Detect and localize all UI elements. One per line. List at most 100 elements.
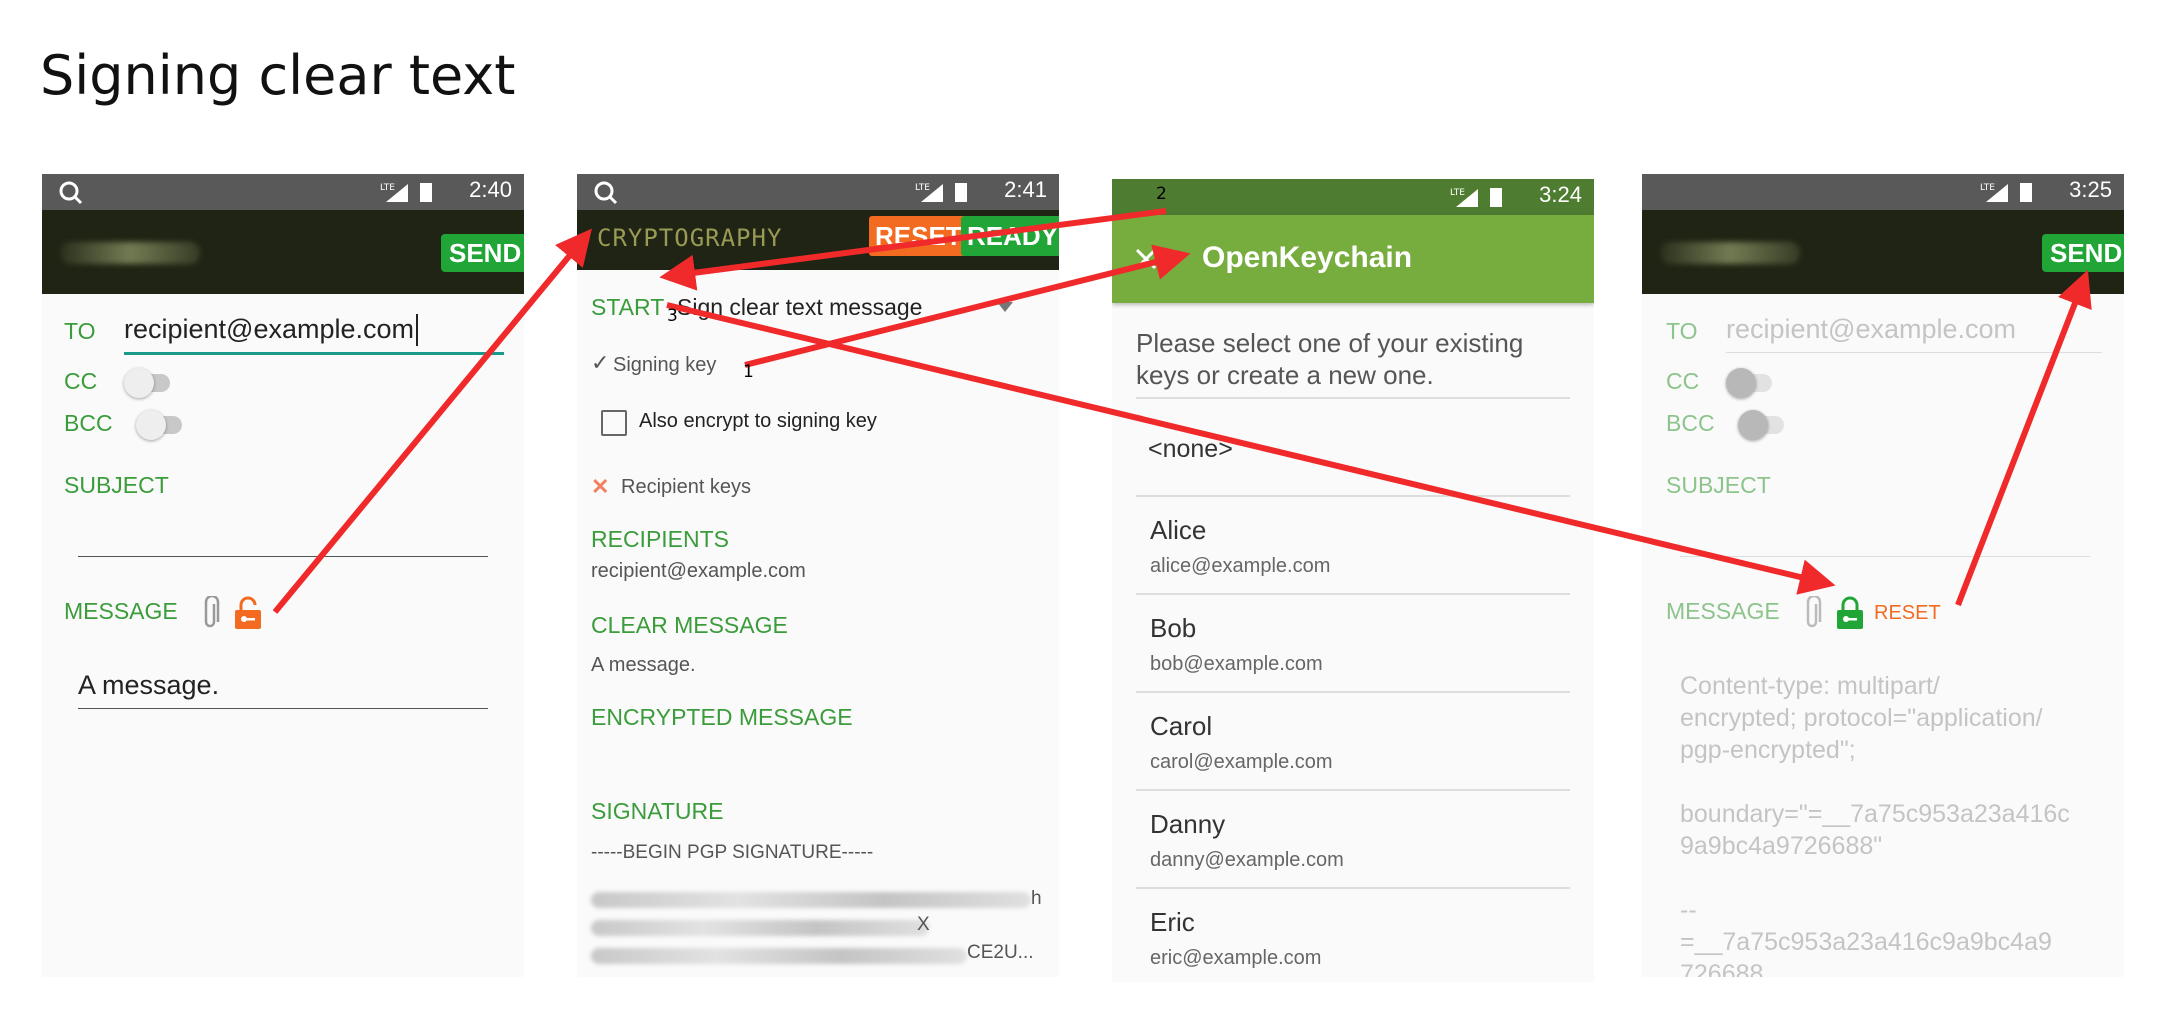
message-body-line: =__7a75c953a23a416c9a9bc4a9 bbox=[1680, 928, 2052, 956]
recipients-value: recipient@example.com bbox=[591, 560, 806, 582]
status-bar: LTE 2:41 bbox=[577, 174, 1059, 210]
signature-header: -----BEGIN PGP SIGNATURE----- bbox=[591, 842, 874, 863]
openkeychain-title: OpenKeychain bbox=[1202, 241, 1413, 274]
to-underline bbox=[124, 352, 504, 355]
key-email: bob@example.com bbox=[1150, 653, 1323, 675]
key-email: alice@example.com bbox=[1150, 555, 1331, 577]
recipients-label: RECIPIENTS bbox=[591, 526, 730, 552]
cc-label: CC bbox=[1666, 368, 1700, 394]
signal-battery-icon: LTE bbox=[915, 183, 967, 202]
svg-text:LTE: LTE bbox=[380, 183, 395, 193]
svg-text:LTE: LTE bbox=[1450, 188, 1465, 198]
message-body-line: 9a9bc4a9726688" bbox=[1680, 832, 1883, 860]
key-list-item[interactable]: Bob bob@example.com bbox=[1136, 593, 1570, 693]
attachment-icon[interactable] bbox=[200, 596, 220, 632]
search-app-icon bbox=[59, 181, 83, 205]
cc-label: CC bbox=[64, 368, 98, 394]
signal-battery-icon: LTE bbox=[1980, 183, 2032, 202]
encrypt-to-signing-key-label: Also encrypt to signing key bbox=[639, 410, 877, 432]
step-annotation: 3 bbox=[667, 306, 678, 326]
bcc-label: BCC bbox=[64, 410, 113, 436]
status-time: 3:25 bbox=[2069, 177, 2112, 202]
key-name: Bob bbox=[1150, 613, 1197, 643]
key-list-item[interactable]: Carol carol@example.com bbox=[1136, 691, 1570, 791]
openkeychain-titlebar: OpenKeychain bbox=[1112, 215, 1594, 303]
message-input[interactable]: A message. bbox=[78, 670, 219, 701]
signing-key-label[interactable]: Signing key bbox=[613, 354, 716, 377]
to-label: TO bbox=[1666, 318, 1698, 344]
reset-button[interactable]: RESET bbox=[869, 216, 968, 256]
step-annotation: 2 bbox=[1156, 184, 1167, 204]
svg-text:LTE: LTE bbox=[1980, 183, 1995, 193]
message-underline bbox=[78, 708, 488, 709]
app-toolbar: SEND bbox=[1642, 210, 2124, 294]
status-time: 2:41 bbox=[1004, 177, 1047, 202]
key-list-item[interactable]: Danny danny@example.com bbox=[1136, 789, 1570, 889]
key-email: carol@example.com bbox=[1150, 751, 1333, 773]
screen-compose-signed: LTE 3:25 SEND TO recipient@example.com C… bbox=[1642, 174, 2124, 977]
to-underline bbox=[1726, 352, 2102, 353]
message-body-line: boundary="=__7a75c953a23a416c bbox=[1680, 800, 2070, 828]
crypto-toolbar: CRYPTOGRAPHY RESET READY bbox=[577, 210, 1059, 270]
encrypted-message-label: ENCRYPTED MESSAGE bbox=[591, 704, 853, 730]
signature-line2-end: X bbox=[917, 914, 930, 935]
bcc-label: BCC bbox=[1666, 410, 1715, 436]
app-logo bbox=[60, 242, 200, 264]
attachment-icon[interactable] bbox=[1802, 596, 1822, 632]
key-email: eric@example.com bbox=[1150, 947, 1322, 969]
signing-key-check: ✓ bbox=[591, 350, 610, 375]
key-list-item[interactable]: Alice alice@example.com bbox=[1136, 495, 1570, 595]
app-logo bbox=[1660, 242, 1800, 264]
key-name: Eric bbox=[1150, 907, 1195, 937]
message-body-line: pgp-encrypted"; bbox=[1680, 736, 1856, 764]
key-name: Danny bbox=[1150, 809, 1226, 839]
chevron-down-icon[interactable] bbox=[997, 302, 1013, 312]
none-option[interactable]: <none> bbox=[1148, 435, 1233, 464]
reset-link[interactable]: RESET bbox=[1874, 602, 1941, 625]
send-button[interactable]: SEND bbox=[2042, 234, 2124, 272]
encrypt-to-signing-key-checkbox[interactable] bbox=[601, 410, 627, 436]
cryptography-banner: CRYPTOGRAPHY bbox=[597, 224, 783, 252]
lock-open-icon[interactable] bbox=[234, 596, 262, 630]
message-body-line: -- bbox=[1680, 896, 1697, 924]
signal-battery-icon: LTE bbox=[1450, 188, 1502, 207]
status-time: 2:40 bbox=[469, 177, 512, 202]
to-input[interactable]: recipient@example.com bbox=[124, 314, 414, 345]
close-icon[interactable] bbox=[1134, 247, 1158, 271]
subject-input[interactable] bbox=[78, 556, 488, 557]
status-bar: LTE 3:24 bbox=[1112, 179, 1594, 215]
step-annotation: 1 bbox=[743, 362, 754, 382]
mode-select[interactable]: Sign clear text message bbox=[677, 294, 922, 321]
screen-openkeychain: LTE 3:24 OpenKeychain Please select one … bbox=[1112, 179, 1594, 982]
screen-cryptography: LTE 2:41 CRYPTOGRAPHY RESET READY START … bbox=[577, 174, 1059, 977]
subject-label: SUBJECT bbox=[64, 472, 169, 498]
subject-input[interactable] bbox=[1680, 556, 2090, 557]
search-app-icon bbox=[594, 181, 618, 205]
status-time: 3:24 bbox=[1539, 182, 1582, 207]
screen-compose-initial: LTE 2:40 SEND TO recipient@example.com C… bbox=[42, 174, 524, 977]
key-name: Carol bbox=[1150, 711, 1213, 741]
lock-closed-icon[interactable] bbox=[1836, 596, 1864, 630]
key-email: danny@example.com bbox=[1150, 849, 1344, 871]
message-body-line: 726688 bbox=[1680, 960, 1764, 977]
recipient-keys-x-icon: ✕ bbox=[591, 474, 610, 499]
to-label: TO bbox=[64, 318, 96, 344]
send-button[interactable]: SEND bbox=[441, 234, 524, 272]
signature-line3-end: CE2U... bbox=[967, 942, 1034, 963]
page-title: Signing clear text bbox=[40, 44, 516, 107]
signature-line1-end: h bbox=[1031, 888, 1042, 909]
clear-message-value: A message. bbox=[591, 654, 696, 676]
to-input[interactable]: recipient@example.com bbox=[1726, 314, 2016, 345]
message-label: MESSAGE bbox=[64, 598, 178, 624]
message-body-line: Content-type: multipart/ bbox=[1680, 672, 1940, 700]
status-bar: LTE 2:40 bbox=[42, 174, 524, 210]
message-body-line: encrypted; protocol="application/ bbox=[1680, 704, 2043, 732]
key-name: Alice bbox=[1150, 515, 1207, 545]
recipient-keys-label[interactable]: Recipient keys bbox=[621, 476, 751, 499]
status-bar: LTE 3:25 bbox=[1642, 174, 2124, 210]
bcc-toggle-knob bbox=[1738, 410, 1768, 440]
subject-label: SUBJECT bbox=[1666, 472, 1771, 498]
bcc-toggle-knob bbox=[136, 410, 166, 440]
key-list-item[interactable]: Eric eric@example.com bbox=[1136, 887, 1570, 982]
ready-button[interactable]: READY bbox=[961, 216, 1059, 256]
